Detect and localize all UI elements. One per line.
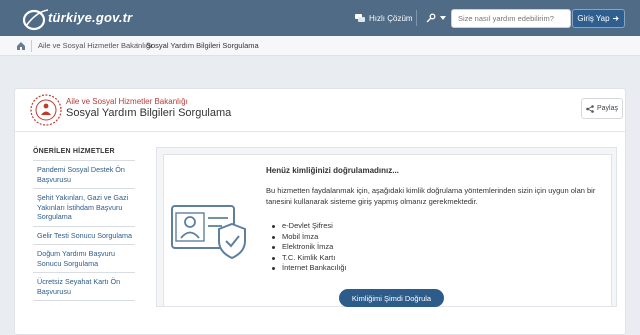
ministry-name[interactable]: Aile ve Sosyal Hizmetler Bakanlığı (66, 97, 188, 106)
auth-panel: Henüz kimliğinizi doğrulamadınız... Bu h… (156, 147, 617, 307)
auth-methods-list: e-Devlet Şifresi Mobil İmza Elektronik İ… (272, 221, 347, 274)
service-header: Aile ve Sosyal Hizmetler Bakanlığı Sosya… (15, 89, 625, 132)
quick-help-button[interactable]: Hızlı Çözüm (355, 9, 413, 27)
recommended-services-title: ÖNERİLEN HİZMETLER (33, 148, 135, 161)
sidebar-item-martyr-veteran-employment[interactable]: Şehit Yakınları, Gazi ve Gazi Yakınları … (33, 189, 135, 227)
logo-text: türkiye.gov.tr (48, 10, 133, 25)
id-card-shield-icon (171, 205, 246, 260)
key-icon (426, 13, 436, 23)
share-icon (586, 104, 594, 113)
auth-warning-description: Bu hizmetten faydalanmak için, aşağıdaki… (266, 186, 596, 206)
chevron-down-icon (440, 16, 446, 20)
chat-icon (355, 13, 365, 22)
breadcrumb-item-current: Sosyal Yardım Bilgileri Sorgulama (146, 41, 259, 50)
auth-method-edevlet-password: e-Devlet Şifresi (272, 221, 347, 232)
breadcrumb-separator-icon: › (136, 41, 139, 48)
search-box (451, 9, 571, 28)
sidebar-item-income-test[interactable]: Gelir Testi Sonucu Sorgulama (33, 227, 135, 245)
share-button[interactable]: Paylaş (581, 98, 623, 119)
ministry-emblem-icon (30, 94, 62, 126)
home-icon[interactable] (16, 41, 26, 51)
turkiye-gov-logo[interactable]: türkiye.gov.tr (22, 6, 132, 32)
recommended-services: ÖNERİLEN HİZMETLER Pandemi Sosyal Destek… (33, 148, 135, 301)
auth-method-e-signature: Elektronik İmza (272, 242, 347, 253)
top-header: türkiye.gov.tr Hızlı Çözüm Giriş Yap (0, 0, 640, 36)
logo-swoosh-icon (22, 9, 49, 31)
key-menu-button[interactable] (426, 10, 446, 26)
auth-warning-title: Henüz kimliğinizi doğrulamadınız... (266, 166, 399, 175)
breadcrumb: Aile ve Sosyal Hizmetler Bakanlığı › Sos… (0, 36, 640, 56)
login-label: Giriş Yap (577, 14, 610, 23)
service-card: Aile ve Sosyal Hizmetler Bakanlığı Sosya… (14, 88, 626, 335)
login-arrow-icon (612, 16, 619, 21)
breadcrumb-divider (31, 40, 32, 52)
auth-notice: Henüz kimliğinizi doğrulamadınız... Bu h… (163, 154, 612, 307)
sidebar-item-pandemic-support[interactable]: Pandemi Sosyal Destek Ön Başvurusu (33, 161, 135, 189)
verify-identity-button[interactable]: Kimliğimi Şimdi Doğrula (339, 289, 444, 307)
sidebar-item-birth-aid[interactable]: Doğum Yardımı Başvuru Sonucu Sorgulama (33, 245, 135, 273)
page-title: Sosyal Yardım Bilgileri Sorgulama (66, 107, 232, 119)
login-button[interactable]: Giriş Yap (572, 9, 625, 28)
auth-method-mobile-signature: Mobil İmza (272, 232, 347, 243)
quick-help-label: Hızlı Çözüm (369, 13, 413, 23)
header-divider (416, 10, 417, 26)
share-label: Paylaş (596, 105, 618, 112)
auth-method-id-card: T.C. Kimlik Kartı (272, 253, 347, 264)
search-input[interactable] (458, 12, 562, 25)
sidebar-item-free-travel-card[interactable]: Ücretsiz Seyahat Kartı Ön Başvurusu (33, 273, 135, 301)
auth-method-internet-banking: İnternet Bankacılığı (272, 263, 347, 274)
